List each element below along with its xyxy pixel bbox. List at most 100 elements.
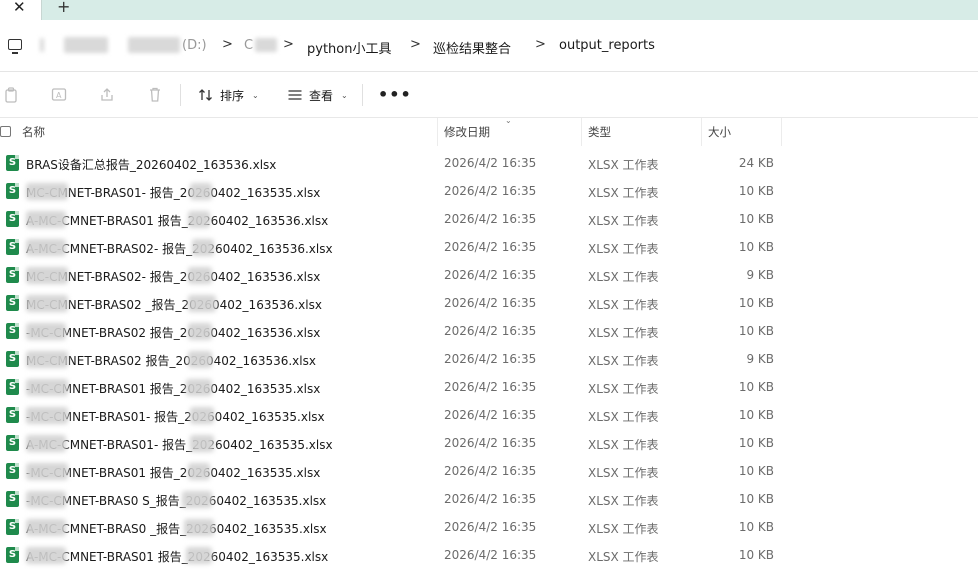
redacted-name <box>188 295 216 312</box>
column-separator[interactable] <box>437 118 438 146</box>
chevron-right-icon: > <box>283 37 294 52</box>
redacted-crumb <box>64 37 108 53</box>
new-tab-button[interactable]: + <box>57 0 70 15</box>
file-type: XLSX 工作表 <box>588 186 659 200</box>
file-type: XLSX 工作表 <box>588 382 659 396</box>
file-row[interactable]: S A-MC-CMNET-BRAS01- 报告_20260402_163535.x… <box>0 430 978 458</box>
file-row[interactable]: S MC-CMNET-BRAS02 报告_20260402_163536.xlsx… <box>0 346 978 374</box>
redacted-name <box>190 183 212 200</box>
excel-file-icon: S <box>6 211 19 227</box>
redacted-name <box>26 491 66 508</box>
file-type: XLSX 工作表 <box>588 522 659 536</box>
breadcrumb-inspection-merge[interactable]: 巡检结果整合 <box>433 38 511 57</box>
select-all-checkbox[interactable] <box>0 126 11 137</box>
redacted-name <box>26 435 66 452</box>
file-size: 10 KB <box>738 408 774 422</box>
more-options-button[interactable]: ••• <box>378 85 412 104</box>
file-row[interactable]: S -MC-CMNET-BRAS01 报告_20260402_163535.xls… <box>0 374 978 402</box>
file-modified-date: 2026/4/2 16:35 <box>444 352 537 366</box>
chevron-down-icon: ⌄ <box>252 90 259 100</box>
file-name[interactable]: -MC-CMNET-BRAS02 报告_20260402_163536.xlsx <box>26 324 320 341</box>
column-separator[interactable] <box>701 118 702 146</box>
redacted-name <box>26 211 66 228</box>
chevron-down-icon: ⌄ <box>341 90 348 100</box>
file-row[interactable]: S -MC-CMNET-BRAS01 报告_20260402_163535.xls… <box>0 458 978 486</box>
redacted-name <box>186 379 212 396</box>
address-bar[interactable]: (D:) > C > python小工具 > 巡检结果整合 > output_r… <box>0 20 978 72</box>
file-name[interactable]: A-MC-CMNET-BRAS0 _报告_20260402_163535.xls… <box>26 520 327 537</box>
file-name[interactable]: MC-CMNET-BRAS02 _报告_20260402_163536.xlsx <box>26 296 322 313</box>
redacted-name <box>26 323 66 340</box>
excel-file-icon: S <box>6 323 19 339</box>
breadcrumb-folder[interactable]: C <box>244 38 253 53</box>
excel-file-icon: S <box>6 239 19 255</box>
file-row[interactable]: S MC-CMNET-BRAS01- 报告_20260402_163535.xls… <box>0 178 978 206</box>
file-modified-date: 2026/4/2 16:35 <box>444 156 537 170</box>
file-name[interactable]: -MC-CMNET-BRAS0 S_报告_20260402_163535.xls… <box>26 492 326 509</box>
file-row[interactable]: S A-MC-CMNET-BRAS01 报告_20260402_163536.xl… <box>0 206 978 234</box>
file-modified-date: 2026/4/2 16:35 <box>444 464 537 478</box>
file-name[interactable]: A-MC-CMNET-BRAS01 报告_20260402_163535.xls… <box>26 548 328 565</box>
tab-current[interactable]: ✕ <box>0 0 42 20</box>
column-separator[interactable] <box>581 118 582 146</box>
this-pc-icon[interactable] <box>8 39 22 54</box>
sort-button[interactable]: 排序 ⌄ <box>198 85 259 105</box>
column-separator[interactable] <box>781 118 782 146</box>
close-icon[interactable]: ✕ <box>13 0 26 15</box>
svg-text:A: A <box>56 91 62 100</box>
column-header-type[interactable]: 类型 <box>588 124 611 140</box>
redacted-name <box>188 211 210 228</box>
sort-icon <box>199 89 212 101</box>
breadcrumb-python-tools[interactable]: python小工具 <box>307 38 391 57</box>
excel-file-icon: S <box>6 379 19 395</box>
redacted-name <box>190 435 214 452</box>
file-type: XLSX 工作表 <box>588 410 659 424</box>
file-size: 9 KB <box>746 268 774 282</box>
breadcrumb-drive[interactable]: (D:) <box>182 38 207 53</box>
rename-icon[interactable]: A <box>51 86 67 103</box>
column-header-modified[interactable]: 修改日期 <box>444 124 490 140</box>
file-type: XLSX 工作表 <box>588 158 659 172</box>
file-row[interactable]: S A-MC-CMNET-BRAS0 _报告_20260402_163535.xl… <box>0 514 978 542</box>
file-modified-date: 2026/4/2 16:35 <box>444 520 537 534</box>
redacted-name <box>26 379 68 396</box>
file-row[interactable]: S MC-CMNET-BRAS02- 报告_20260402_163536.xls… <box>0 262 978 290</box>
file-name[interactable]: MC-CMNET-BRAS02 报告_20260402_163536.xlsx <box>26 352 316 369</box>
file-name[interactable]: BRAS设备汇总报告_20260402_163536.xlsx <box>26 156 276 173</box>
file-name[interactable]: -MC-CMNET-BRAS01 报告_20260402_163535.xlsx <box>26 464 320 481</box>
file-row[interactable]: S A-MC-CMNET-BRAS01 报告_20260402_163535.xl… <box>0 542 978 570</box>
redacted-name <box>188 351 212 368</box>
redacted-name <box>26 267 68 284</box>
file-name[interactable]: -MC-CMNET-BRAS01- 报告_20260402_163535.xls… <box>26 408 325 425</box>
file-modified-date: 2026/4/2 16:35 <box>444 380 537 394</box>
delete-icon[interactable] <box>147 86 163 103</box>
file-row[interactable]: S BRAS设备汇总报告_20260402_163536.xlsx 2026/4/2… <box>0 150 978 178</box>
file-row[interactable]: S -MC-CMNET-BRAS02 报告_20260402_163536.xls… <box>0 318 978 346</box>
file-name[interactable]: MC-CMNET-BRAS02- 报告_20260402_163536.xlsx <box>26 268 320 285</box>
file-row[interactable]: S A-MC-CMNET-BRAS02- 报告_20260402_163536.x… <box>0 234 978 262</box>
excel-file-icon: S <box>6 491 19 507</box>
redacted-name <box>188 267 212 284</box>
file-modified-date: 2026/4/2 16:35 <box>444 240 537 254</box>
excel-file-icon: S <box>6 463 19 479</box>
file-row[interactable]: S -MC-CMNET-BRAS0 S_报告_20260402_163535.xl… <box>0 486 978 514</box>
file-size: 10 KB <box>738 380 774 394</box>
column-header-size[interactable]: 大小 <box>708 124 731 140</box>
column-header-name[interactable]: 名称 <box>22 124 45 140</box>
copy-icon[interactable] <box>3 86 19 103</box>
redacted-name <box>26 547 66 564</box>
view-label: 查看 <box>309 88 334 103</box>
file-name[interactable]: A-MC-CMNET-BRAS01 报告_20260402_163536.xls… <box>26 212 328 229</box>
file-name[interactable]: MC-CMNET-BRAS01- 报告_20260402_163535.xlsx <box>26 184 320 201</box>
file-row[interactable]: S -MC-CMNET-BRAS01- 报告_20260402_163535.xl… <box>0 402 978 430</box>
file-size: 10 KB <box>738 548 774 562</box>
share-icon[interactable] <box>99 86 115 103</box>
file-name[interactable]: A-MC-CMNET-BRAS02- 报告_20260402_163536.xl… <box>26 240 333 257</box>
file-row[interactable]: S MC-CMNET-BRAS02 _报告_20260402_163536.xls… <box>0 290 978 318</box>
view-button[interactable]: 查看 ⌄ <box>287 85 348 105</box>
file-type: XLSX 工作表 <box>588 354 659 368</box>
file-name[interactable]: A-MC-CMNET-BRAS01- 报告_20260402_163535.xl… <box>26 436 333 453</box>
sort-indicator-icon: ⌄ <box>505 116 512 125</box>
breadcrumb-output-reports[interactable]: output_reports <box>559 38 655 53</box>
file-name[interactable]: -MC-CMNET-BRAS01 报告_20260402_163535.xlsx <box>26 380 320 397</box>
